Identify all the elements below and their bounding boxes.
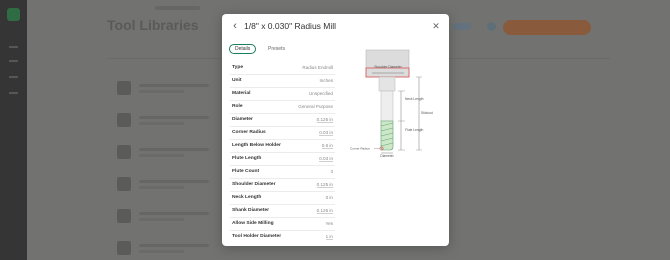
property-label: Tool Holder Diameter (232, 234, 282, 239)
flute-length-field[interactable]: 0.03 in (319, 156, 333, 162)
sidebar-nav-item (9, 46, 18, 48)
page-title: Tool Libraries (107, 17, 199, 33)
property-label: Role (232, 104, 243, 109)
primary-action-button (503, 20, 591, 35)
property-row-allow-side-milling: Allow Side Milling Yes (230, 218, 335, 231)
property-row-length-below-holder: Length Below Holder 0.6 in (230, 140, 335, 153)
shank-diameter-field[interactable]: 0.125 in (316, 208, 333, 214)
close-icon[interactable]: ✕ (431, 21, 441, 31)
property-label: Allow Side Milling (232, 221, 274, 226)
shank-shape (378, 76, 396, 92)
neck-label: Neck Length (405, 97, 424, 101)
sidebar-nav-item (9, 92, 18, 94)
tool-details-modal: ‹ 1/8" x 0.030" Radius Mill ✕ Details Pr… (222, 14, 449, 246)
corner-radius-field[interactable]: 0.03 in (319, 130, 333, 136)
chevron-left-icon[interactable]: ‹ (230, 21, 240, 32)
property-label: Flute Count (232, 169, 260, 174)
breadcrumb (155, 6, 200, 10)
property-label: Corner Radius (232, 130, 266, 135)
tab-presets[interactable]: Presets (263, 44, 290, 54)
property-row-unit: Unit Inches (230, 75, 335, 88)
property-value: 3 (330, 169, 333, 174)
length-below-holder-field[interactable]: 0.6 in (321, 143, 333, 149)
property-label: Type (232, 65, 244, 70)
property-row-corner-radius: Corner Radius 0.03 in (230, 127, 335, 140)
diameter-label: Diameter (380, 154, 394, 158)
property-label: Neck Length (232, 195, 262, 200)
tool-geometry-diagram: Shoulder Diameter Neck Length Flute Leng… (350, 49, 433, 158)
app-sidebar (0, 0, 27, 260)
properties-list: Type Radius Endmill Unit Inches Material… (230, 62, 335, 244)
property-row-tool-holder-diameter: Tool Holder Diameter 1 in (230, 231, 335, 244)
property-label: Diameter (232, 117, 253, 122)
filter-chip (453, 23, 471, 30)
property-row-type: Type Radius Endmill (230, 62, 335, 75)
flute-label: Flute Length (405, 128, 423, 132)
property-value: 0 in (325, 195, 333, 200)
neck-shape (380, 90, 394, 122)
list-item (113, 174, 223, 194)
stickout-label: Stickout (421, 111, 433, 115)
property-label: Shank Diameter (232, 208, 269, 213)
property-value: Inches (319, 78, 333, 83)
property-label: Unit (232, 78, 242, 83)
tool-holder-diameter-field[interactable]: 1 in (325, 234, 333, 240)
property-value: Radius Endmill (302, 65, 333, 70)
list-item (113, 206, 223, 226)
shoulder-diameter-label: Shoulder Diameter (374, 65, 402, 69)
settings-icon (487, 22, 496, 31)
list-item (113, 110, 223, 130)
property-row-diameter: Diameter 0.125 in (230, 114, 335, 127)
shoulder-diameter-field[interactable]: 0.125 in (316, 182, 333, 188)
property-row-flute-count: Flute Count 3 (230, 166, 335, 179)
property-label: Flute Length (232, 156, 262, 161)
property-value: Unspecified (308, 91, 333, 96)
property-label: Shoulder Diameter (232, 182, 276, 187)
property-value: General Purpose (298, 104, 333, 109)
tab-details[interactable]: Details (229, 44, 257, 54)
property-row-role: Role General Purpose (230, 101, 335, 114)
property-row-shoulder-diameter: Shoulder Diameter 0.125 in (230, 179, 335, 192)
property-value: Yes (325, 221, 334, 226)
sidebar-nav-item (9, 60, 18, 62)
corner-radius-label: Corner Radius (350, 147, 370, 151)
property-label: Material (232, 91, 251, 96)
property-label: Length Below Holder (232, 143, 281, 148)
modal-title: 1/8" x 0.030" Radius Mill (244, 21, 337, 31)
app-logo (7, 8, 20, 21)
property-row-shank-diameter: Shank Diameter 0.125 in (230, 205, 335, 218)
sidebar-nav-item (9, 76, 18, 78)
diameter-field[interactable]: 0.125 in (316, 117, 333, 123)
property-row-flute-length: Flute Length 0.03 in (230, 153, 335, 166)
list-item (113, 78, 223, 98)
property-row-material: Material Unspecified (230, 88, 335, 101)
list-item (113, 238, 223, 258)
property-row-neck-length: Neck Length 0 in (230, 192, 335, 205)
list-item (113, 142, 223, 162)
